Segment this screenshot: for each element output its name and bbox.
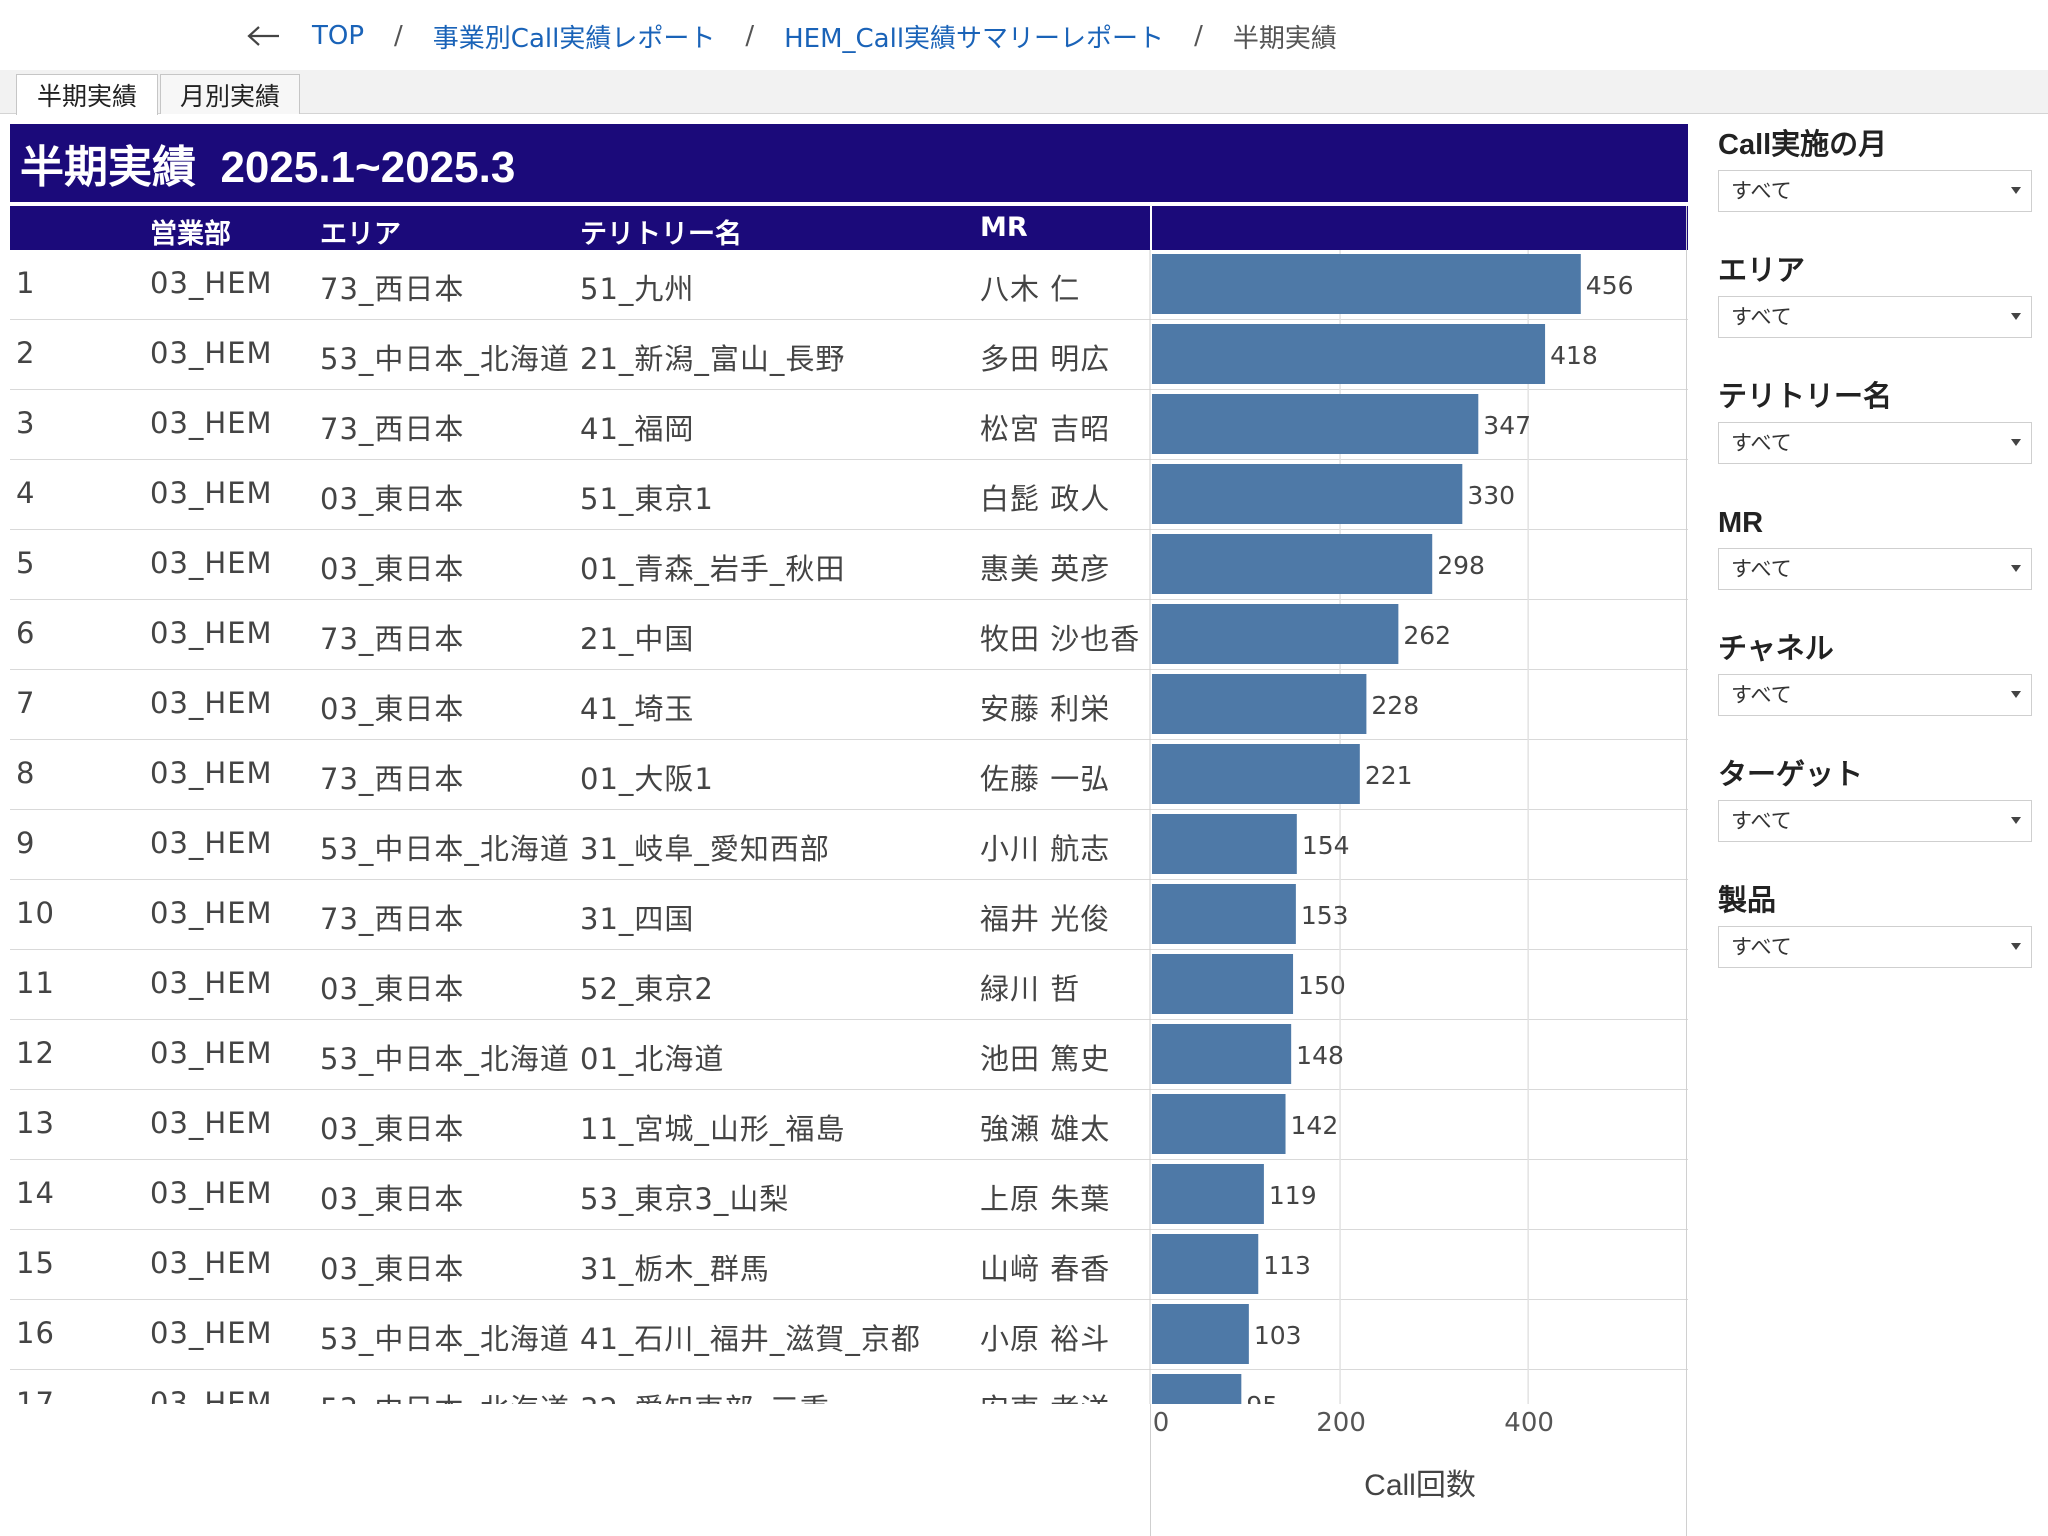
bar-value-label: 262 xyxy=(1403,621,1451,650)
chevron-down-icon xyxy=(2011,313,2021,320)
ranking-table[interactable]: 1 03_HEM 73_西日本 51_九州 八木 仁 2 03_HEM 53_中日本_北海道 2… xyxy=(10,250,1688,1404)
chevron-down-icon xyxy=(2011,187,2021,194)
report-app: TOP / 事業別Call実績レポート / HEM_Call実績サマリーレポート… xyxy=(0,0,2048,1536)
x-axis-tick-label: 0 xyxy=(1152,1408,1170,1438)
chevron-down-icon xyxy=(2011,817,2021,824)
bar-value-label: 347 xyxy=(1483,411,1531,440)
bar-value-label: 113 xyxy=(1263,1251,1311,1280)
bar[interactable] xyxy=(1152,674,1367,734)
bar-value-label: 298 xyxy=(1437,551,1485,580)
filter-group: MR すべて xyxy=(1718,502,2034,590)
chevron-down-icon xyxy=(2011,943,2021,950)
filter-dropdown-value: すべて xyxy=(1731,431,1792,455)
filter-dropdown[interactable]: すべて xyxy=(1718,548,2032,590)
bar-value-label: 95 xyxy=(1246,1391,1278,1404)
dashboard-title: 半期実績 2025.1~2025.3 xyxy=(10,124,1688,202)
filter-dropdown-value: すべて xyxy=(1731,683,1792,707)
bar[interactable] xyxy=(1152,324,1546,384)
breadcrumb-current: 半期実績 xyxy=(1232,23,1337,54)
bar-value-label: 228 xyxy=(1371,691,1419,720)
filter-dropdown[interactable]: すべて xyxy=(1718,296,2032,338)
filter-group: 製品すべて xyxy=(1718,880,2034,968)
breadcrumb-separator: / xyxy=(394,21,403,51)
bar[interactable] xyxy=(1152,534,1433,594)
bar-value-label: 103 xyxy=(1254,1321,1302,1350)
filter-dropdown-value: すべて xyxy=(1731,557,1792,581)
bar-value-label: 221 xyxy=(1365,761,1413,790)
bar-chart: 456 418 347 330 298 262 228 221 154 153 150 148 142 1… xyxy=(1149,250,1634,1404)
bar-value-label: 330 xyxy=(1467,481,1515,510)
filter-dropdown-value: すべて xyxy=(1731,305,1792,329)
bar-value-label: 150 xyxy=(1298,971,1346,1000)
filter-dropdown[interactable]: すべて xyxy=(1718,926,2032,968)
filter-label: 製品 xyxy=(1718,885,1777,917)
tab-monthly[interactable]: 月別実績 xyxy=(160,74,300,114)
filter-label: ターゲット xyxy=(1718,759,1864,791)
x-axis: Call回数 0 200 400 xyxy=(1150,1404,1688,1536)
filter-group: ターゲットすべて xyxy=(1718,754,2034,842)
bar[interactable] xyxy=(1152,1374,1242,1404)
x-axis-tick-label: 400 xyxy=(1504,1408,1554,1438)
filter-group: エリア すべて xyxy=(1718,250,2034,338)
bar[interactable] xyxy=(1152,1304,1249,1364)
tab-half-year[interactable]: 半期実績 xyxy=(16,74,158,115)
filter-group: Call実施の月すべて xyxy=(1718,124,2034,212)
bar[interactable] xyxy=(1152,954,1294,1014)
filter-label: チャネル xyxy=(1718,633,1834,665)
bar[interactable] xyxy=(1152,1024,1292,1084)
breadcrumb-separator: / xyxy=(1194,21,1203,51)
bar[interactable] xyxy=(1152,744,1360,804)
bar[interactable] xyxy=(1152,394,1479,454)
chevron-down-icon xyxy=(2011,565,2021,572)
filter-label: MR xyxy=(1718,507,1764,539)
filter-dropdown-value: すべて xyxy=(1731,809,1792,833)
column-header-dept: 営業部 xyxy=(150,219,231,250)
filter-dropdown[interactable]: すべて xyxy=(1718,800,2032,842)
bar-value-label: 148 xyxy=(1296,1041,1344,1070)
filter-label: テリトリー名 xyxy=(1718,381,1893,413)
filter-dropdown[interactable]: すべて xyxy=(1718,674,2032,716)
chevron-down-icon xyxy=(2011,439,2021,446)
bar-value-label: 418 xyxy=(1550,341,1598,370)
filter-group: テリトリー名すべて xyxy=(1718,376,2034,464)
breadcrumb-separator: / xyxy=(745,21,755,51)
column-header-mr: MR xyxy=(980,212,1028,243)
filter-group: チャネルすべて xyxy=(1718,628,2034,716)
bar[interactable] xyxy=(1152,814,1297,874)
table-header: 営業部 エリア テリトリー名 MR xyxy=(10,206,1688,250)
bar[interactable] xyxy=(1152,254,1581,314)
breadcrumb-link-business-report[interactable]: 事業別Call実績レポート xyxy=(433,18,716,55)
breadcrumb-link-summary-report[interactable]: HEM_Call実績サマリーレポート xyxy=(784,18,1164,55)
filter-dropdown[interactable]: すべて xyxy=(1718,422,2032,464)
bar[interactable] xyxy=(1152,604,1399,664)
chevron-down-icon xyxy=(2011,691,2021,698)
bar[interactable] xyxy=(1152,1234,1259,1294)
back-arrow-icon[interactable] xyxy=(244,16,284,56)
column-header-territory: テリトリー名 xyxy=(580,219,742,250)
bar[interactable] xyxy=(1152,884,1296,944)
filter-dropdown-value: すべて xyxy=(1731,935,1792,959)
filter-dropdown[interactable]: すべて xyxy=(1718,170,2032,212)
chart-border xyxy=(1686,206,1687,1536)
bar-value-label: 153 xyxy=(1301,901,1349,930)
filter-label: エリア xyxy=(1718,255,1806,287)
filter-dropdown-value: すべて xyxy=(1731,179,1792,203)
bar[interactable] xyxy=(1152,1164,1264,1224)
bar-value-label: 456 xyxy=(1586,271,1634,300)
breadcrumb: TOP / 事業別Call実績レポート / HEM_Call実績サマリーレポート… xyxy=(0,0,2048,72)
chart-header xyxy=(1150,206,1688,250)
bar-value-label: 142 xyxy=(1291,1111,1339,1140)
bar[interactable] xyxy=(1152,464,1463,524)
breadcrumb-link-top[interactable]: TOP xyxy=(312,21,364,51)
bar-value-label: 119 xyxy=(1269,1181,1317,1210)
bar[interactable] xyxy=(1152,1094,1286,1154)
column-header-area: エリア xyxy=(320,219,401,250)
bar-value-label: 154 xyxy=(1302,831,1350,860)
x-axis-title: Call回数 xyxy=(1364,1469,1476,1502)
filter-label: Call実施の月 xyxy=(1718,129,1888,161)
x-axis-tick-label: 200 xyxy=(1316,1408,1366,1438)
tab-strip: 半期実績 月別実績 xyxy=(0,70,2048,115)
